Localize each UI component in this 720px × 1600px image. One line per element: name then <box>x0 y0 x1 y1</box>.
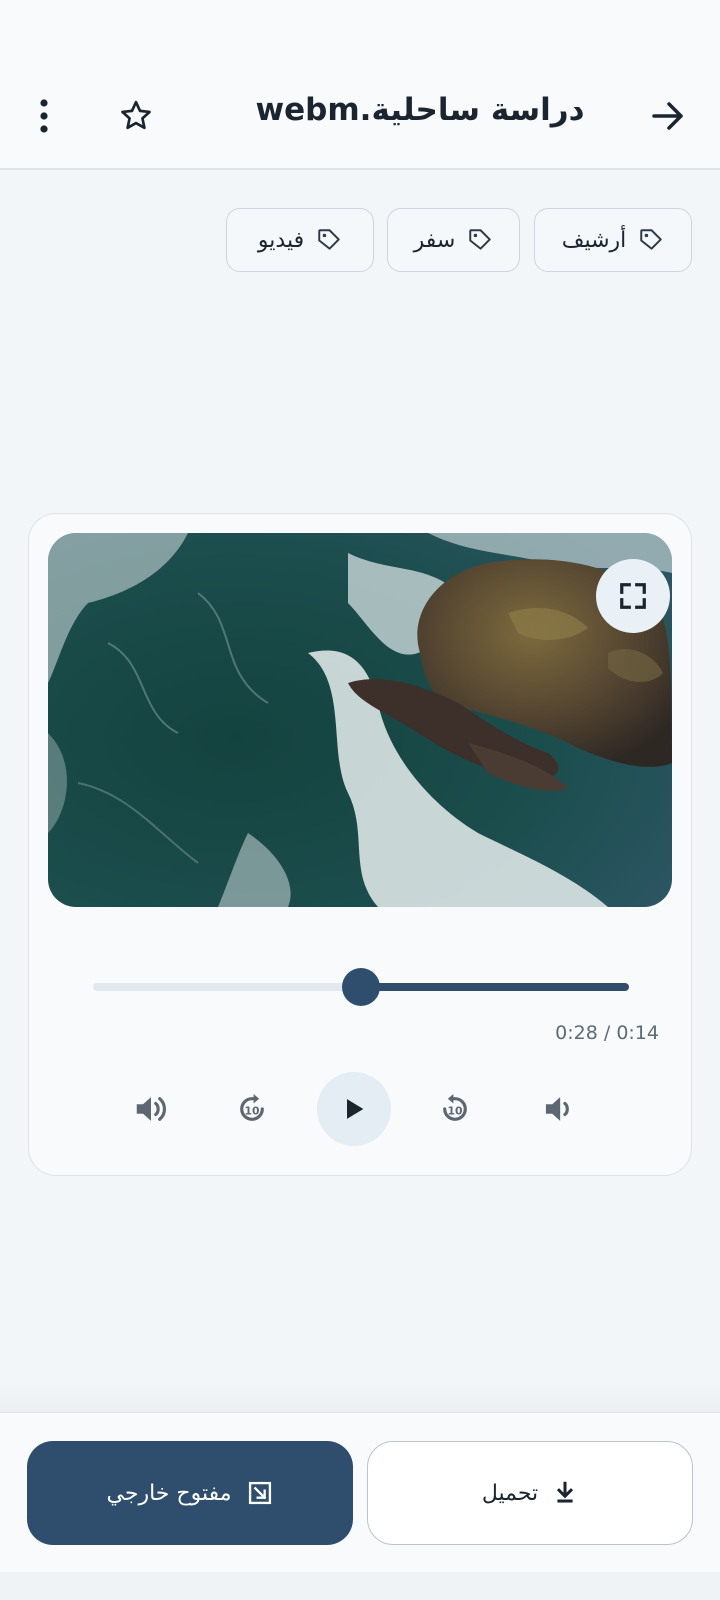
open-external-label: مفتوح خارجي <box>106 1480 232 1506</box>
fullscreen-icon <box>620 583 646 609</box>
play-button[interactable] <box>317 1072 391 1146</box>
volume-up-icon <box>136 1097 167 1121</box>
system-nav-area <box>0 1572 720 1600</box>
open-external-button[interactable]: مفتوح خارجي <box>27 1441 353 1545</box>
bottom-action-bar: تحميل مفتوح خارجي <box>0 1412 720 1572</box>
download-button[interactable]: تحميل <box>367 1441 693 1545</box>
more-options-button[interactable] <box>24 92 64 140</box>
seek-track-elapsed <box>93 983 361 991</box>
seek-thumb[interactable] <box>342 968 380 1006</box>
replay-10-button[interactable]: 10 <box>418 1072 492 1146</box>
fullscreen-button[interactable] <box>596 559 670 633</box>
coastal-aerial-video-image <box>48 533 672 907</box>
video-frame[interactable] <box>48 533 672 907</box>
forward-10-button[interactable]: 10 <box>215 1072 289 1146</box>
volume-down-icon <box>545 1097 569 1121</box>
back-button[interactable] <box>636 92 700 140</box>
tag-icon <box>638 227 664 253</box>
volume-down-button[interactable] <box>520 1072 594 1146</box>
tag-chip-video[interactable]: فيديو <box>226 208 374 272</box>
download-icon <box>557 1481 574 1503</box>
tag-list: أرشيف سفر فيديو <box>0 208 720 272</box>
open-external-icon <box>248 1481 271 1505</box>
content-fade <box>0 1380 720 1412</box>
seek-track-remaining <box>361 983 629 991</box>
replay-10-icon: 10 <box>443 1093 467 1121</box>
more-vertical-icon <box>40 99 48 133</box>
tag-chip-label: أرشيف <box>561 227 627 253</box>
svg-text:10: 10 <box>245 1105 260 1118</box>
forward-10-icon: 10 <box>240 1093 264 1121</box>
svg-text:10: 10 <box>448 1105 463 1118</box>
tag-chip-label: فيديو <box>257 227 305 253</box>
arrow-right-icon <box>652 102 683 130</box>
app-bar: دراسة ساحلية.webm <box>0 0 720 170</box>
volume-up-button[interactable] <box>114 1072 188 1146</box>
tag-icon <box>316 227 342 253</box>
star-outline-icon <box>121 100 151 130</box>
tag-chip-archive[interactable]: أرشيف <box>534 208 692 272</box>
time-display: 0:28 / 0:14 <box>555 1022 659 1044</box>
play-icon <box>347 1099 364 1119</box>
seek-slider[interactable] <box>93 966 629 1006</box>
page-title: دراسة ساحلية.webm <box>255 92 585 128</box>
tag-chip-label: سفر <box>413 227 456 253</box>
video-player-card: 0:28 / 0:14 10 10 <box>28 513 692 1176</box>
favorite-button[interactable] <box>108 92 164 140</box>
download-label: تحميل <box>481 1480 539 1506</box>
tag-chip-travel[interactable]: سفر <box>387 208 520 272</box>
tag-icon <box>467 227 493 253</box>
